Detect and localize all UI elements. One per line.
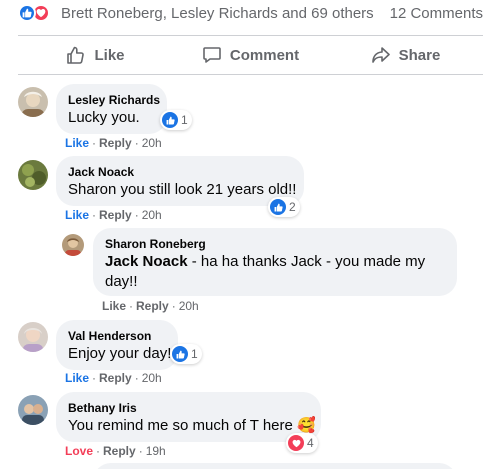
comment-text-line1: - ha ha thanks Jack - you made my xyxy=(187,253,426,270)
avatar[interactable] xyxy=(18,395,48,425)
comment-bubble: Lesley Richards Lucky you. xyxy=(56,84,167,134)
comment-meta: Like · Reply · 20h xyxy=(65,208,162,222)
comment-reply-link[interactable]: Reply xyxy=(99,136,132,150)
comment-like-link[interactable]: Like xyxy=(65,208,89,222)
thumbs-up-icon xyxy=(67,46,85,64)
comment-button[interactable]: Comment xyxy=(173,36,328,74)
smiling-face-hearts-emoji: 🥰 xyxy=(297,417,316,434)
comment-time[interactable]: 20h xyxy=(142,208,162,222)
reaction-count: 1 xyxy=(191,347,198,361)
next-reply-bubble xyxy=(93,463,457,469)
comment-label: Comment xyxy=(229,46,300,64)
reaction-summary: Brett Roneberg, Lesley Richards and 69 o… xyxy=(0,0,495,28)
avatar[interactable] xyxy=(18,87,48,117)
share-button[interactable]: Share xyxy=(328,36,483,74)
share-label: Share xyxy=(398,46,441,64)
mention-link[interactable]: Jack Noack xyxy=(105,253,188,270)
like-icon xyxy=(18,4,36,22)
comment-bubble: Jack Noack Sharon you still look 21 year… xyxy=(56,156,304,206)
reaction-badge[interactable]: 1 xyxy=(160,110,192,130)
comment-text-row: You remind me so much of T here 🥰 xyxy=(68,416,316,436)
like-icon xyxy=(270,199,286,215)
avatar[interactable] xyxy=(18,160,48,190)
reaction-badge[interactable]: 2 xyxy=(268,197,300,217)
comment-reply-link[interactable]: Reply xyxy=(136,299,169,313)
reaction-icons[interactable] xyxy=(18,4,54,22)
comment-text-line2: day!! xyxy=(105,273,138,290)
comment-love-link[interactable]: Love xyxy=(65,444,93,458)
comment-time[interactable]: 19h xyxy=(146,444,166,458)
like-icon xyxy=(162,112,178,128)
heart-icon xyxy=(288,435,304,451)
like-label: Like xyxy=(94,46,125,64)
reaction-count: 4 xyxy=(307,436,314,450)
comment-like-link[interactable]: Like xyxy=(65,371,89,385)
reaction-names[interactable]: Brett Roneberg, Lesley Richards and 69 o… xyxy=(61,5,374,22)
comment-text: Sharon you still look 21 years old!! xyxy=(68,181,297,198)
comment-author[interactable]: Jack Noack xyxy=(68,164,292,180)
comment-like-link[interactable]: Like xyxy=(65,136,89,150)
reaction-badge[interactable]: 1 xyxy=(170,344,202,364)
comment-meta: Like · Reply · 20h xyxy=(65,371,162,385)
comment-author[interactable]: Bethany Iris xyxy=(68,400,309,416)
comment-bubble: Bethany Iris You remind me so much of T … xyxy=(56,392,321,442)
avatar[interactable] xyxy=(62,234,84,256)
share-icon xyxy=(371,47,390,63)
like-button[interactable]: Like xyxy=(18,36,173,74)
comment-count[interactable]: 12 Comments xyxy=(390,5,483,22)
comment-time[interactable]: 20h xyxy=(142,136,162,150)
comment-author[interactable]: Lesley Richards xyxy=(68,92,160,108)
comment-reply-link[interactable]: Reply xyxy=(103,444,136,458)
comment-icon xyxy=(203,47,221,63)
comment-author[interactable]: Sharon Roneberg xyxy=(105,236,445,252)
reaction-badge[interactable]: 4 xyxy=(286,433,318,453)
comment-meta: Like · Reply · 20h xyxy=(65,136,162,150)
comment-text: Enjoy your day! xyxy=(68,345,172,362)
comment-meta: Love · Reply · 19h xyxy=(65,444,166,458)
reaction-count: 1 xyxy=(181,113,188,127)
comment-time[interactable]: 20h xyxy=(179,299,199,313)
comment-meta: Like · Reply · 20h xyxy=(102,299,199,313)
reaction-count: 2 xyxy=(289,200,296,214)
avatar[interactable] xyxy=(18,322,48,352)
comment-time[interactable]: 20h xyxy=(142,371,162,385)
comment-text: You remind me so much of T here xyxy=(68,417,293,434)
comment-reply-link[interactable]: Reply xyxy=(99,371,132,385)
like-icon xyxy=(172,346,188,362)
comment-reply-link[interactable]: Reply xyxy=(99,208,132,222)
comment-text: Jack Noack - ha ha thanks Jack - you mad… xyxy=(105,252,445,272)
comment-author[interactable]: Val Henderson xyxy=(68,328,166,344)
comment-bubble: Sharon Roneberg Jack Noack - ha ha thank… xyxy=(93,228,457,296)
post-actions: Like Comment Share xyxy=(18,35,483,75)
comment-like-link[interactable]: Like xyxy=(102,299,126,313)
comment-text: Lucky you. xyxy=(68,109,140,126)
comment-bubble: Val Henderson Enjoy your day! xyxy=(56,320,178,370)
